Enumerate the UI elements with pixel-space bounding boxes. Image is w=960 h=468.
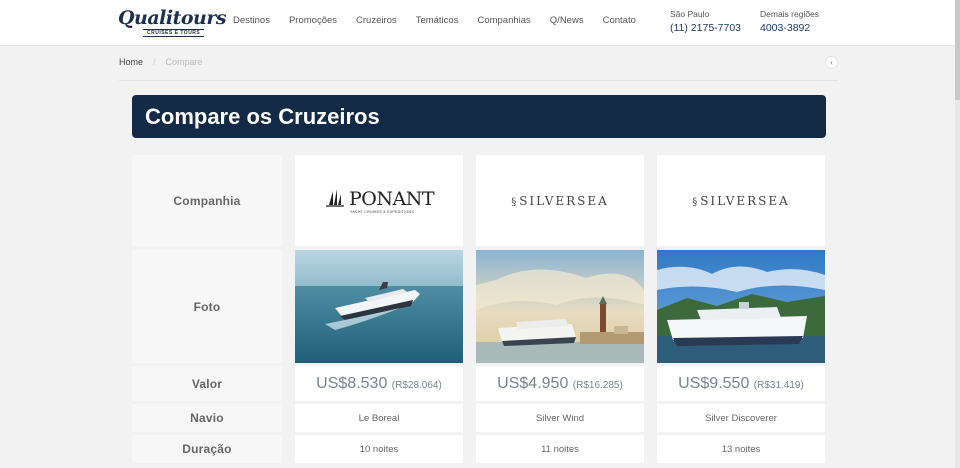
silversea-wordmark: SILVERSEA [700,193,790,208]
nav-cruzeiros[interactable]: Cruzeiros [356,15,397,26]
nav-companhias[interactable]: Companhias [477,15,530,26]
company-logo-ponant[interactable]: PONANT YACHT CRUISES & EXPEDITIONS [295,155,463,246]
breadcrumb: Home / Compare [119,57,203,67]
contact-demais-regioes: Demais regiões 4003-3892 [760,9,819,34]
nav-destinos[interactable]: Destinos [233,15,270,26]
company-logo-silversea[interactable]: §SILVERSEA [476,155,644,246]
price-usd: US$4.950 (R$16.285) [497,374,623,392]
ship-name: Le Boreal [358,412,400,424]
ship-photo [295,250,463,363]
page-title-banner: Compare os Cruzeiros [132,95,826,138]
contact-phone[interactable]: (11) 2175-7703 [670,22,741,34]
divider [119,80,838,81]
row-label-company: Companhia [132,155,282,246]
breadcrumb-current: Compare [165,57,203,67]
ship-name-cell: Le Boreal [295,404,463,432]
price-brl: (R$16.285) [572,379,623,391]
price-brl: (R$28.064) [391,379,442,391]
price-brl: (R$31.419) [753,379,804,391]
label-text: Duração [182,442,232,456]
scrollbar-thumb[interactable] [955,0,960,100]
company-logo-silversea[interactable]: §SILVERSEA [657,155,825,246]
ponant-logo: PONANT YACHT CRUISES & EXPEDITIONS [324,187,435,214]
breadcrumb-separator: / [153,57,156,67]
duration-cell: 13 noites [657,435,825,463]
duration-cell: 11 noites [476,435,644,463]
ponant-tagline: YACHT CRUISES & EXPEDITIONS [349,209,414,214]
row-label-price: Valor [132,366,282,401]
label-text: Navio [190,411,224,425]
nav-promocoes[interactable]: Promoções [289,15,337,26]
row-label-duration: Duração [132,435,282,463]
contact-phone[interactable]: 4003-3892 [760,22,819,34]
price-usd: US$8.530 (R$28.064) [316,374,442,392]
contact-city: Demais regiões [760,9,820,19]
ship-photo-le-boreal[interactable] [295,250,463,363]
duration-value: 13 noites [721,443,761,455]
price-cell: US$9.550 (R$31.419) [657,366,825,401]
sailboat-icon [325,188,344,207]
ponant-wordmark: PONANT [348,187,435,210]
label-text: Companhia [173,193,241,208]
qualitours-logo[interactable]: Qualitours CRUISES E TOURS [118,7,227,38]
price-cell: US$4.950 (R$16.285) [476,366,644,401]
ship-photo [657,250,825,363]
ship-photo-silver-wind[interactable] [476,250,644,363]
silversea-logo: §SILVERSEA [692,194,790,208]
duration-value: 10 noites [359,443,399,455]
contact-city: São Paulo [670,9,710,19]
ship-name: Silver Discoverer [705,412,777,424]
label-text: Foto [193,299,221,314]
ship-photo [476,250,644,363]
duration-cell: 10 noites [295,435,463,463]
breadcrumb-home[interactable]: Home [119,57,143,67]
page-scrollbar[interactable] [955,0,960,468]
logo-text: Qualitours [118,7,227,29]
nav-contato[interactable]: Contato [603,15,636,26]
price-cell: US$8.530 (R$28.064) [295,366,463,401]
row-label-ship: Navio [132,404,282,432]
contact-sao-paulo: São Paulo (11) 2175-7703 [670,9,741,34]
nav-qnews[interactable]: Q/News [550,15,584,26]
label-text: Valor [191,376,223,391]
row-label-photo: Foto [132,250,282,363]
logo-subtitle: CRUISES E TOURS [143,29,205,37]
ship-name: Silver Wind [535,412,585,424]
chevron-left-icon[interactable]: ‹ [825,56,838,69]
ship-name-cell: Silver Discoverer [657,404,825,432]
silversea-wordmark: SILVERSEA [519,193,609,208]
price-usd: US$9.550 (R$31.419) [678,374,804,392]
ship-name-cell: Silver Wind [476,404,644,432]
silversea-logo: §SILVERSEA [511,194,609,208]
nav-tematicos[interactable]: Temáticos [416,15,459,26]
site-header: Qualitours CRUISES E TOURS Destinos Prom… [0,0,960,46]
duration-value: 11 noites [541,443,579,455]
ship-photo-silver-discoverer[interactable] [657,250,825,363]
main-nav: Destinos Promoções Cruzeiros Temáticos C… [233,15,655,26]
silversea-s-icon: § [511,196,519,208]
page-title: Compare os Cruzeiros [145,104,380,129]
silversea-s-icon: § [692,196,700,208]
